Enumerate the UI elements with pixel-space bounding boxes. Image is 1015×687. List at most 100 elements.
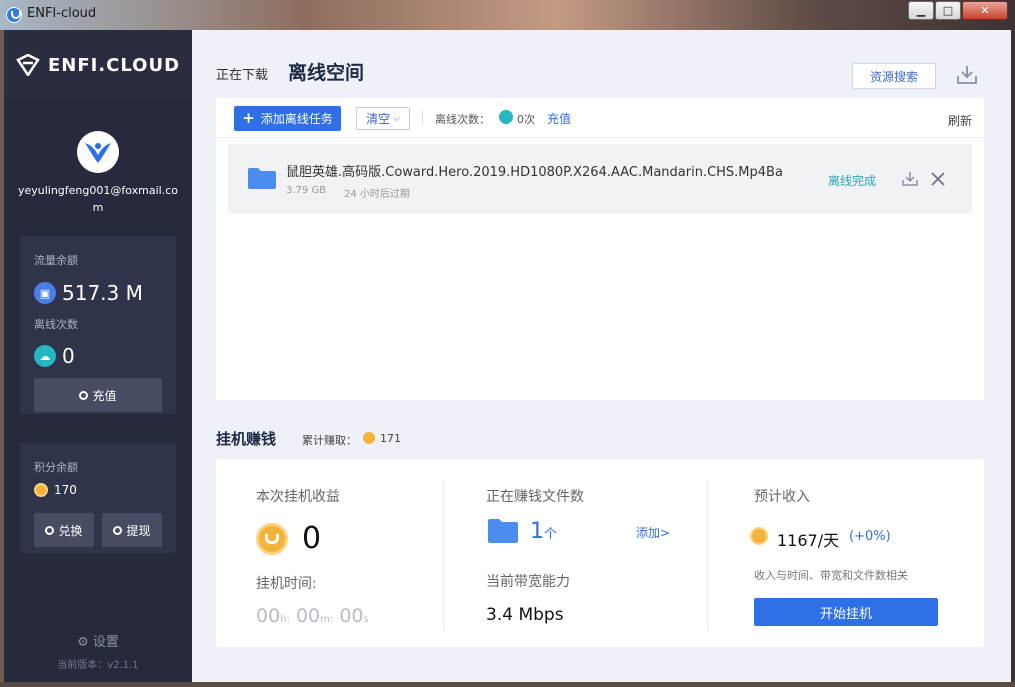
timer-hours-unit: h: <box>280 614 290 625</box>
task-expire: 24 小时后过期 <box>344 189 410 200</box>
traffic-balance-row: ▣ 517.3 M <box>34 281 143 305</box>
add-files-link[interactable]: 添加> <box>636 524 670 541</box>
settings-button[interactable]: ⚙ 设置 <box>4 631 192 650</box>
window-bottom-border <box>0 682 1015 687</box>
user-block: yeyulingfeng001@foxmail.com <box>4 100 192 216</box>
column-divider <box>707 481 708 629</box>
earning-files-label: 正在赚钱文件数 <box>486 489 584 505</box>
coin-icon <box>363 432 375 444</box>
add-offline-task-button[interactable]: + 添加离线任务 <box>234 106 341 131</box>
timer-minutes: 00 <box>295 605 321 627</box>
add-offline-task-label: 添加离线任务 <box>260 112 333 126</box>
timer-hours: 00 <box>256 605 281 627</box>
bandwidth-value: 3.4 Mbps <box>486 605 564 625</box>
task-status: 离线完成 <box>828 174 877 188</box>
username: yeyulingfeng001@foxmail.com <box>17 184 179 214</box>
resource-search-button[interactable]: 资源搜索 <box>852 63 936 89</box>
storage-icon: ▣ <box>34 282 56 304</box>
earn-total-label: 累计赚取： <box>302 434 357 447</box>
task-size: 3.79 GB <box>286 185 327 196</box>
estimate-value: 1167/天 <box>777 531 840 550</box>
close-window-button[interactable]: ✕ <box>962 1 1008 20</box>
task-row[interactable]: 鼠胆英雄.高码版.Coward.Hero.2019.HD1080P.X264.A… <box>228 144 972 214</box>
minimize-button[interactable]: ▁ <box>908 1 934 20</box>
estimate-note: 收入与时间、带宽和文件数相关 <box>754 569 908 582</box>
coin-icon <box>34 483 48 497</box>
sidebar-recharge-label: 充值 <box>92 388 117 403</box>
withdraw-icon <box>113 525 123 535</box>
sidebar: ENFI.CLOUD yeyulingfeng001@foxmail.com 流… <box>4 30 192 682</box>
bandwidth-label: 当前带宽能力 <box>486 574 570 590</box>
withdraw-label: 提现 <box>126 523 151 538</box>
offline-count-label: 离线次数 <box>34 318 78 331</box>
refresh-button[interactable]: 刷新 <box>948 112 972 129</box>
session-earn-value: 0 <box>302 521 322 556</box>
maximize-button[interactable]: □ <box>935 1 961 20</box>
earning-files-unit: 个 <box>544 527 558 542</box>
cloud-icon: ☁ <box>34 345 56 367</box>
hang-timer: 00h: 00m: 00s <box>256 605 369 627</box>
sidebar-recharge-button[interactable]: 充值 <box>34 378 162 412</box>
balance-card: 流量余额 ▣ 517.3 M 离线次数 ☁ 0 充值 <box>20 236 176 414</box>
offline-count-row: ☁ 0 <box>34 344 75 368</box>
tab-offline-space[interactable]: 离线空间 <box>288 58 364 85</box>
main-area: 正在下载 离线空间 资源搜索 + 添加离线任务 清空 ⌵ 离线次数： 0次 充值… <box>192 30 1011 682</box>
toolbar-offline-count-value: 0次 <box>517 113 535 126</box>
points-balance-row: 170 <box>34 483 77 497</box>
timer-seconds: 00 <box>339 605 364 627</box>
column-divider <box>443 481 444 629</box>
gear-icon: ⚙ <box>77 635 89 650</box>
app-logo-icon <box>6 7 22 23</box>
recharge-icon <box>79 390 89 400</box>
points-balance-value: 170 <box>54 483 77 497</box>
clear-dropdown[interactable]: 清空 ⌵ <box>356 107 410 130</box>
timer-minutes-unit: m: <box>320 614 334 625</box>
earning-files-count: 1个 <box>530 519 557 544</box>
chevron-down-icon: ⌵ <box>393 113 400 124</box>
traffic-balance-label: 流量余额 <box>34 254 78 267</box>
task-delete-icon[interactable] <box>929 170 947 188</box>
exchange-icon <box>45 525 55 535</box>
earn-total-value: 171 <box>380 432 401 445</box>
enfi-logo-icon <box>16 54 40 76</box>
toolbar-divider <box>422 110 423 126</box>
start-hang-button[interactable]: 开始挂机 <box>754 598 938 626</box>
download-icon[interactable] <box>956 64 978 86</box>
estimate-label: 预计收入 <box>754 489 810 505</box>
points-card: 积分余额 170 兑换 提现 <box>20 443 176 553</box>
session-earn-label: 本次挂机收益 <box>256 489 340 505</box>
cloud-icon <box>499 110 513 124</box>
window-titlebar: ENFI-cloud ▁ □ ✕ <box>0 0 1015 30</box>
offline-task-panel: + 添加离线任务 清空 ⌵ 离线次数： 0次 充值 刷新 鼠胆英雄.高码版.Co… <box>216 98 984 400</box>
earn-panel: 本次挂机收益 0 挂机时间: 00h: 00m: 00s 正在赚钱文件数 1个 … <box>216 459 984 647</box>
hang-time-label: 挂机时间: <box>256 576 317 592</box>
tab-downloading[interactable]: 正在下载 <box>216 64 268 83</box>
plus-icon: + <box>242 109 255 127</box>
brand: ENFI.CLOUD <box>4 30 192 100</box>
avatar[interactable] <box>77 131 119 173</box>
earning-files-value: 1 <box>530 519 544 544</box>
task-toolbar: + 添加离线任务 清空 ⌵ 离线次数： 0次 充值 刷新 <box>216 98 984 138</box>
timer-seconds-unit: s <box>363 614 369 625</box>
toolbar-offline-count-label: 离线次数： <box>435 113 490 126</box>
clear-label: 清空 <box>366 112 391 126</box>
earn-section-title: 挂机赚钱 <box>216 430 277 448</box>
estimate-percent: (+0%) <box>849 529 891 544</box>
exchange-label: 兑换 <box>58 523 83 538</box>
offline-count-value: 0 <box>62 344 75 368</box>
task-download-icon[interactable] <box>902 171 918 187</box>
window-title: ENFI-cloud <box>27 6 97 21</box>
coin-icon <box>256 523 288 555</box>
task-name: 鼠胆英雄.高码版.Coward.Hero.2019.HD1080P.X264.A… <box>286 165 783 180</box>
exchange-button[interactable]: 兑换 <box>34 513 94 547</box>
window-right-border <box>1011 30 1015 682</box>
coin-icon <box>750 527 768 545</box>
brand-name: ENFI.CLOUD <box>47 54 181 76</box>
toolbar-recharge-link[interactable]: 充值 <box>547 110 571 127</box>
version-text: 当前版本：v2.1.1 <box>57 660 139 671</box>
points-balance-label: 积分余额 <box>34 461 78 474</box>
folder-icon <box>248 168 276 189</box>
withdraw-button[interactable]: 提现 <box>102 513 162 547</box>
settings-label: 设置 <box>92 635 119 650</box>
traffic-balance-value: 517.3 M <box>62 281 143 305</box>
